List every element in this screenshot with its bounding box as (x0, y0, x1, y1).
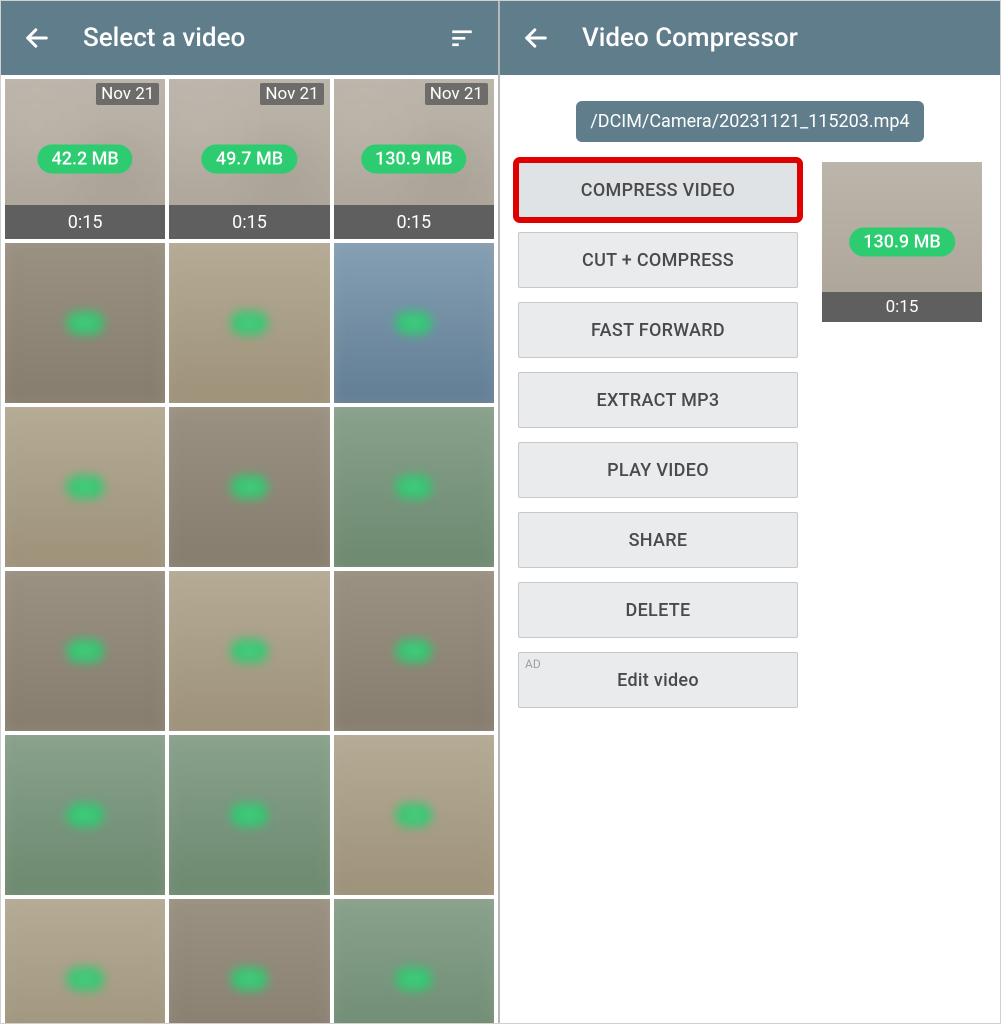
video-duration: 0:15 (334, 205, 494, 239)
video-duration: 0:15 (5, 205, 165, 239)
video-date-badge: Nov 21 (260, 83, 323, 105)
cut-compress-button[interactable]: CUT + COMPRESS (518, 232, 798, 288)
fast-forward-button[interactable]: FAST FORWARD (518, 302, 798, 358)
action-label: Edit video (617, 670, 699, 691)
video-thumbnail-blurred[interactable]: -- (334, 407, 494, 567)
action-label: PLAY VIDEO (607, 460, 709, 481)
select-video-screen: Select a video Nov 21 42.2 MB 0:15 Nov 2… (1, 1, 500, 1023)
toolbar-left: Select a video (1, 1, 498, 75)
video-duration: 0:15 (822, 292, 982, 322)
extract-mp3-button[interactable]: EXTRACT MP3 (518, 372, 798, 428)
edit-video-button[interactable]: AD Edit video (518, 652, 798, 708)
sort-icon (449, 25, 475, 51)
action-label: CUT + COMPRESS (582, 250, 734, 271)
video-thumbnail-blurred[interactable]: -- (334, 243, 494, 403)
compressor-body: /DCIM/Camera/20231121_115203.mp4 COMPRES… (500, 75, 1000, 1023)
video-thumbnail-selected[interactable]: Nov 21 130.9 MB 0:15 (334, 79, 494, 239)
action-label: COMPRESS VIDEO (581, 180, 735, 201)
action-label: FAST FORWARD (591, 320, 725, 341)
video-thumbnail[interactable]: Nov 21 49.7 MB 0:15 (169, 79, 329, 239)
delete-button[interactable]: DELETE (518, 582, 798, 638)
video-thumbnail-blurred[interactable]: -- (5, 899, 165, 1023)
video-date-badge: Nov 21 (425, 83, 488, 105)
share-button[interactable]: SHARE (518, 512, 798, 568)
page-title: Select a video (83, 23, 442, 53)
arrow-left-icon (522, 24, 550, 52)
back-button[interactable] (17, 18, 57, 58)
video-compressor-screen: Video Compressor /DCIM/Camera/20231121_1… (500, 1, 1000, 1023)
video-thumbnail-blurred[interactable]: -- (334, 899, 494, 1023)
action-label: SHARE (629, 530, 688, 551)
action-label: EXTRACT MP3 (597, 390, 720, 411)
video-thumbnail-blurred[interactable]: -- (169, 407, 329, 567)
video-grid: Nov 21 42.2 MB 0:15 Nov 21 49.7 MB 0:15 … (1, 75, 498, 1023)
video-thumbnail[interactable]: Nov 21 42.2 MB 0:15 (5, 79, 165, 239)
back-button[interactable] (516, 18, 556, 58)
video-thumbnail-blurred[interactable]: -- (334, 735, 494, 895)
video-thumbnail-blurred[interactable]: -- (169, 243, 329, 403)
video-date-badge: Nov 21 (96, 83, 159, 105)
action-label: DELETE (626, 600, 691, 621)
video-size-badge: 42.2 MB (38, 145, 133, 174)
action-list: COMPRESS VIDEO CUT + COMPRESS FAST FORWA… (518, 162, 798, 708)
video-size-badge: 49.7 MB (202, 145, 297, 174)
video-thumbnail-blurred[interactable]: -- (5, 407, 165, 567)
video-preview-thumbnail[interactable]: 130.9 MB 0:15 (822, 162, 982, 322)
toolbar-right: Video Compressor (500, 1, 1000, 75)
video-size-badge: 130.9 MB (849, 228, 955, 257)
video-duration: 0:15 (169, 205, 329, 239)
video-filepath: /DCIM/Camera/20231121_115203.mp4 (576, 101, 923, 142)
video-thumbnail-blurred[interactable]: -- (5, 243, 165, 403)
video-thumbnail-blurred[interactable]: -- (334, 571, 494, 731)
video-thumbnail-blurred[interactable]: -- (169, 571, 329, 731)
arrow-left-icon (23, 24, 51, 52)
play-video-button[interactable]: PLAY VIDEO (518, 442, 798, 498)
video-thumbnail-blurred[interactable]: -- (5, 735, 165, 895)
page-title: Video Compressor (582, 23, 984, 53)
video-size-badge: 130.9 MB (361, 145, 467, 174)
ad-badge: AD (525, 657, 541, 671)
compress-video-button[interactable]: COMPRESS VIDEO (518, 162, 798, 218)
sort-button[interactable] (442, 18, 482, 58)
video-thumbnail-blurred[interactable]: -- (169, 899, 329, 1023)
video-thumbnail-blurred[interactable]: -- (5, 571, 165, 731)
video-thumbnail-blurred[interactable]: -- (169, 735, 329, 895)
